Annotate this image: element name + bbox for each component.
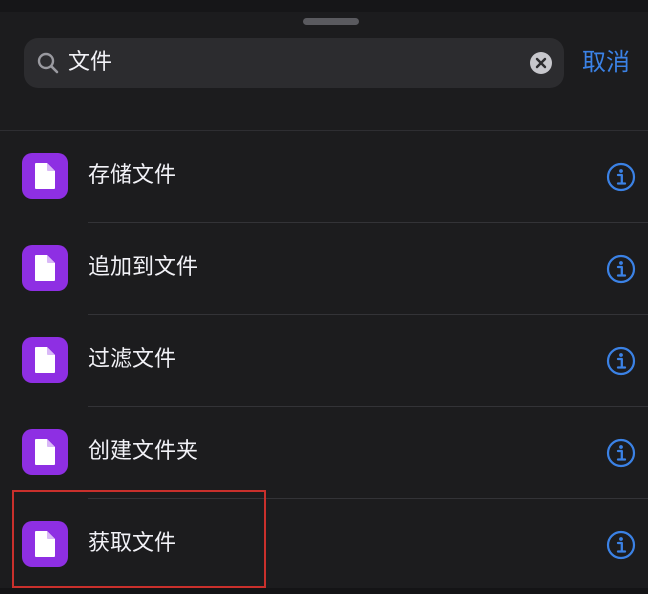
search-query-text: 文件 [68, 50, 113, 75]
list-item[interactable]: 获取文件 [0, 499, 648, 591]
sheet-grab-handle[interactable] [303, 18, 359, 25]
list-item[interactable]: 存储文件 [0, 131, 648, 223]
action-list: 存储文件 追加到文件 过滤文件 创建文件夹 获取文件 [0, 131, 648, 591]
document-icon [22, 429, 68, 475]
list-item[interactable]: 创建文件夹 [0, 407, 648, 499]
list-item-label: 获取文件 [88, 531, 177, 556]
list-item-label: 追加到文件 [88, 255, 199, 280]
list-item[interactable]: 追加到文件 [0, 223, 648, 315]
info-icon[interactable] [606, 530, 636, 560]
document-icon [22, 153, 68, 199]
search-input[interactable]: 文件 [24, 38, 564, 88]
search-icon [37, 52, 59, 74]
list-item-label: 过滤文件 [88, 347, 177, 372]
cancel-button[interactable]: 取消 [582, 46, 630, 78]
info-icon[interactable] [606, 254, 636, 284]
document-icon [22, 337, 68, 383]
document-icon [22, 521, 68, 567]
action-search-sheet: 文件 取消 存储文件 追加到文件 过滤文件 创建文件夹 获取文件 [0, 0, 648, 594]
info-icon[interactable] [606, 346, 636, 376]
list-item-label: 创建文件夹 [88, 439, 199, 464]
background-content [0, 0, 648, 12]
info-icon[interactable] [606, 162, 636, 192]
clear-icon[interactable] [530, 52, 552, 74]
document-icon [22, 245, 68, 291]
search-row: 文件 取消 [24, 36, 636, 90]
list-item-label: 存储文件 [88, 163, 177, 188]
info-icon[interactable] [606, 438, 636, 468]
list-item[interactable]: 过滤文件 [0, 315, 648, 407]
bottom-edge [0, 588, 648, 594]
